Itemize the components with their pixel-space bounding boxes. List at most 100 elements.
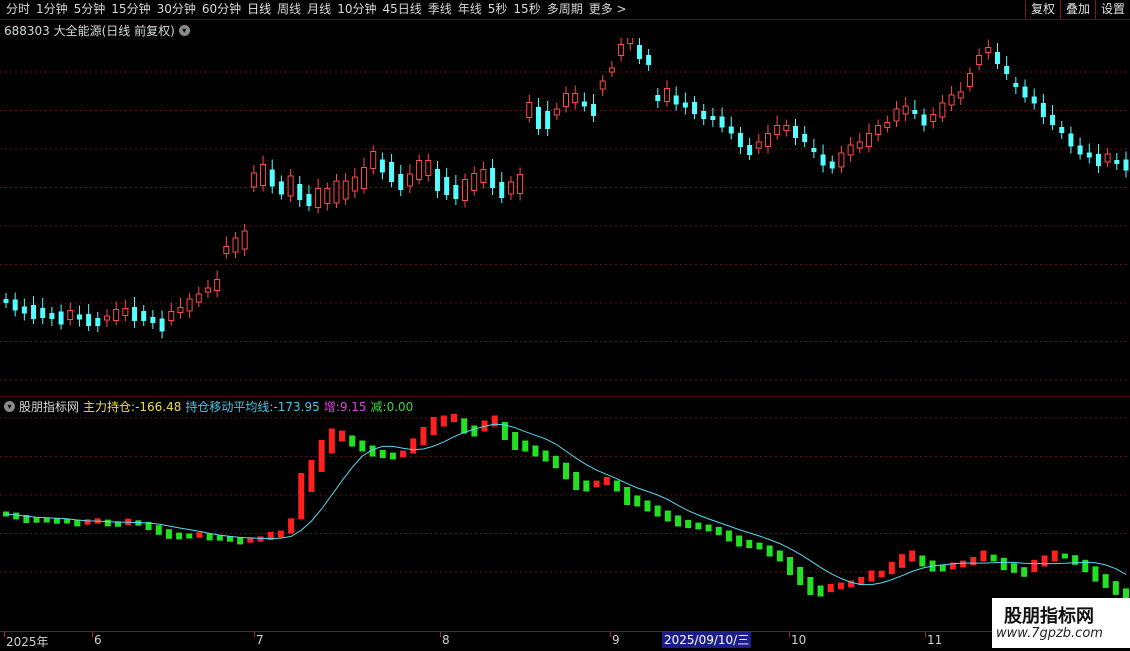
candle (627, 38, 634, 51)
time-tick-mark (440, 632, 441, 637)
indicator-bar (155, 525, 162, 535)
candle (398, 165, 404, 196)
indicator-bar (542, 450, 549, 462)
candle (260, 155, 267, 192)
candle (1050, 105, 1056, 130)
candle (572, 85, 579, 110)
period-tab-2[interactable]: 5分钟 (74, 0, 106, 19)
indicator-legend: ▾ 股朋指标网 主力持仓:-166.48 持仓移动平均线:-173.95 增:9… (4, 398, 417, 415)
period-tab-0[interactable]: 分时 (6, 0, 30, 19)
indicator-bar (899, 554, 905, 568)
period-tab-4[interactable]: 30分钟 (157, 0, 196, 19)
period-tab-13[interactable]: 5秒 (488, 0, 508, 19)
candle (793, 119, 799, 145)
indicator-bar (593, 480, 600, 488)
period-tab-3[interactable]: 15分钟 (111, 0, 150, 19)
toolbar-button-2[interactable]: 设置 (1094, 0, 1130, 19)
period-tab-16[interactable]: 更多 > (589, 0, 627, 19)
ma-position-label: 持仓移动平均线:-173.95 (185, 400, 320, 414)
indicator-bar (817, 585, 824, 597)
candle (315, 178, 322, 214)
period-tab-7[interactable]: 周线 (277, 0, 301, 19)
indicator-bar (84, 519, 91, 525)
candle (351, 168, 358, 198)
candle (838, 146, 845, 173)
candle (214, 270, 221, 298)
indicator-bar (430, 417, 437, 435)
candle (132, 297, 138, 328)
candle (269, 159, 275, 194)
watermark-url: www.7gpzb.com (996, 626, 1103, 641)
candle (553, 103, 560, 120)
indicator-bar (349, 435, 356, 447)
candle (241, 224, 248, 256)
candle (728, 116, 734, 140)
candle (31, 296, 37, 324)
candle (416, 154, 423, 185)
candle (389, 154, 395, 187)
period-tab-5[interactable]: 60分钟 (202, 0, 241, 19)
indicator-bar (573, 472, 580, 490)
candle (1086, 143, 1092, 164)
period-tab-12[interactable]: 年线 (458, 0, 482, 19)
increase-label: 增:9.15 (323, 400, 367, 414)
candle (21, 298, 27, 321)
indicator-bar (624, 487, 631, 505)
time-tick-mark (925, 632, 926, 637)
candle (12, 292, 18, 317)
candle (86, 304, 92, 331)
indicator-bar (227, 536, 233, 542)
toolbar-button-1[interactable]: 叠加 (1059, 0, 1095, 19)
toolbar-button-0[interactable]: 复权 (1024, 0, 1060, 19)
stock-title: 688303 大全能源(日线 前复权) (4, 24, 175, 38)
indicator-bar (613, 480, 620, 492)
candle (444, 168, 450, 200)
period-tab-8[interactable]: 月线 (307, 0, 331, 19)
candle (425, 153, 432, 182)
candle (306, 185, 312, 211)
candle (1123, 151, 1129, 178)
indicator-bar (736, 535, 743, 547)
indicator-bar (216, 535, 223, 541)
candle (921, 108, 927, 132)
candle (453, 175, 459, 205)
period-tab-11[interactable]: 季线 (428, 0, 452, 19)
candlestick-chart[interactable] (0, 38, 1130, 394)
indicator-bar (634, 495, 641, 507)
candle (379, 152, 385, 180)
period-tab-9[interactable]: 10分钟 (337, 0, 376, 19)
candle (1040, 94, 1046, 124)
period-tab-10[interactable]: 45日线 (382, 0, 421, 19)
candle (1077, 137, 1083, 160)
period-tab-6[interactable]: 日线 (247, 0, 271, 19)
dropdown-circle-icon[interactable]: ▾ (178, 25, 190, 36)
candle (49, 307, 55, 326)
time-tick-label: 8 (442, 633, 450, 647)
indicator-bar (1041, 555, 1048, 567)
indicator-bar (807, 577, 814, 595)
candle (692, 96, 698, 119)
period-tab-1[interactable]: 1分钟 (36, 0, 68, 19)
main-position-label: 主力持仓:-166.48 (83, 400, 182, 414)
candle (278, 175, 284, 200)
indicator-chart[interactable] (0, 396, 1130, 631)
time-tick-label: 7 (256, 633, 264, 647)
candle (865, 123, 872, 153)
indicator-bar (451, 413, 457, 423)
candle (608, 61, 615, 77)
candle (811, 139, 817, 158)
candle (361, 157, 368, 194)
indicator-bar (1031, 559, 1038, 573)
period-tab-15[interactable]: 多周期 (547, 0, 583, 19)
indicator-bar (756, 542, 763, 550)
candle (76, 305, 82, 327)
indicator-bar (827, 583, 834, 593)
indicator-bar (705, 524, 712, 532)
indicator-menu-icon[interactable]: ▾ (4, 401, 15, 412)
indicator-bar (990, 554, 997, 562)
candle (1022, 79, 1028, 103)
indicator-bar (104, 519, 111, 527)
period-tab-14[interactable]: 15秒 (513, 0, 540, 19)
candle (223, 236, 230, 259)
time-tick-label: 2025年 (6, 635, 49, 649)
